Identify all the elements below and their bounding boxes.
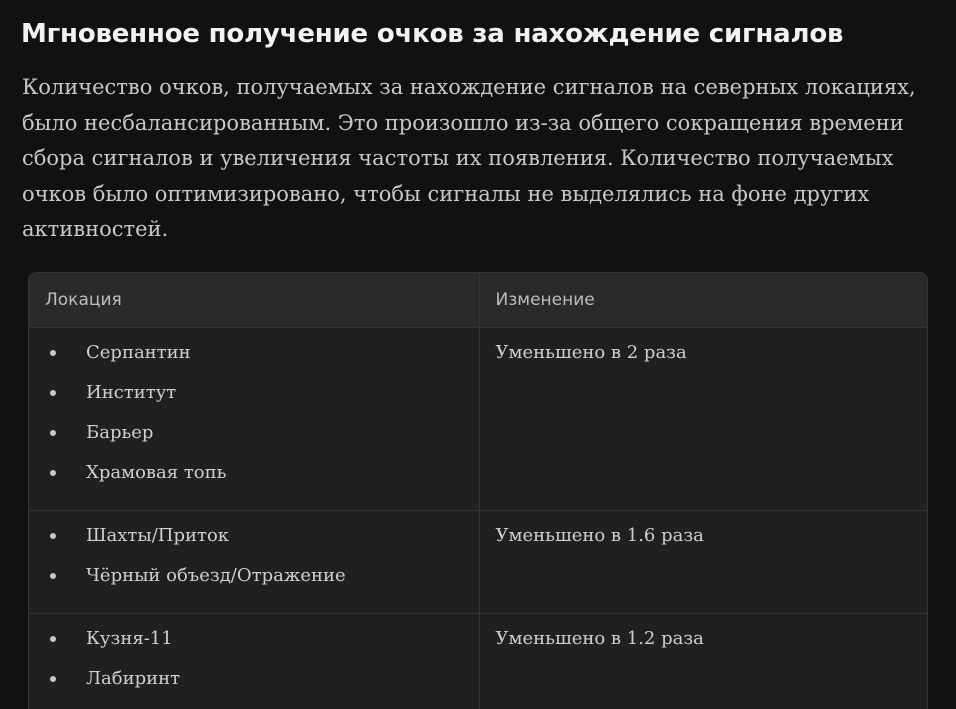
- bullet-icon: [50, 350, 56, 356]
- bullet-icon: [50, 390, 56, 396]
- list-item: Шахты/Приток: [29, 523, 479, 563]
- location-name: Чёрный объезд/Отражение: [86, 565, 346, 586]
- change-cell: Уменьшено в 1.6 раза: [478, 510, 927, 614]
- table-row: Серпантин Институт Барьер Храмовая топь …: [29, 327, 927, 511]
- table-row: Кузня-11 Лабиринт Уменьшено в 1.2 раза: [29, 613, 927, 709]
- column-header-change: Изменение: [478, 273, 927, 328]
- changes-table: Локация Изменение Серпантин Институт Бар…: [28, 272, 928, 709]
- location-name: Шахты/Приток: [86, 525, 230, 546]
- location-name: Барьер: [86, 422, 154, 443]
- list-item: Барьер: [29, 420, 479, 460]
- location-name: Институт: [86, 382, 177, 403]
- location-cell: Шахты/Приток Чёрный объезд/Отражение: [29, 510, 479, 614]
- list-item: Храмовая топь: [29, 460, 479, 500]
- bullet-icon: [50, 636, 56, 642]
- section-heading: Мгновенное получение очков за нахождение…: [21, 19, 844, 49]
- location-list: Кузня-11 Лабиринт: [29, 614, 479, 709]
- change-cell: Уменьшено в 1.2 раза: [478, 613, 927, 709]
- list-item: Серпантин: [29, 340, 479, 380]
- location-name: Храмовая топь: [86, 462, 227, 483]
- location-name: Серпантин: [86, 342, 191, 363]
- list-item: Чёрный объезд/Отражение: [29, 563, 479, 603]
- bullet-icon: [50, 676, 56, 682]
- change-value: Уменьшено в 2 раза: [495, 342, 687, 363]
- location-cell: Серпантин Институт Барьер Храмовая топь: [29, 327, 479, 511]
- column-header-location: Локация: [29, 273, 479, 328]
- location-name: Лабиринт: [86, 668, 181, 689]
- change-cell: Уменьшено в 2 раза: [478, 327, 927, 511]
- list-item: Кузня-11: [29, 626, 479, 666]
- list-item: Институт: [29, 380, 479, 420]
- section-description: Количество очков, получаемых за нахожден…: [22, 75, 916, 241]
- list-item: Лабиринт: [29, 666, 479, 706]
- location-name: Кузня-11: [86, 628, 173, 649]
- patch-notes-section: Мгновенное получение очков за нахождение…: [0, 0, 956, 709]
- bullet-icon: [50, 533, 56, 539]
- change-value: Уменьшено в 1.6 раза: [495, 525, 704, 546]
- bullet-icon: [50, 430, 56, 436]
- change-value: Уменьшено в 1.2 раза: [495, 628, 704, 649]
- location-cell: Кузня-11 Лабиринт: [29, 614, 479, 709]
- table-header-row: Локация Изменение: [29, 273, 927, 328]
- bullet-icon: [50, 470, 56, 476]
- table-row: Шахты/Приток Чёрный объезд/Отражение Уме…: [29, 510, 927, 614]
- location-list: Серпантин Институт Барьер Храмовая топь: [29, 328, 479, 510]
- bullet-icon: [50, 573, 56, 579]
- location-list: Шахты/Приток Чёрный объезд/Отражение: [29, 511, 479, 613]
